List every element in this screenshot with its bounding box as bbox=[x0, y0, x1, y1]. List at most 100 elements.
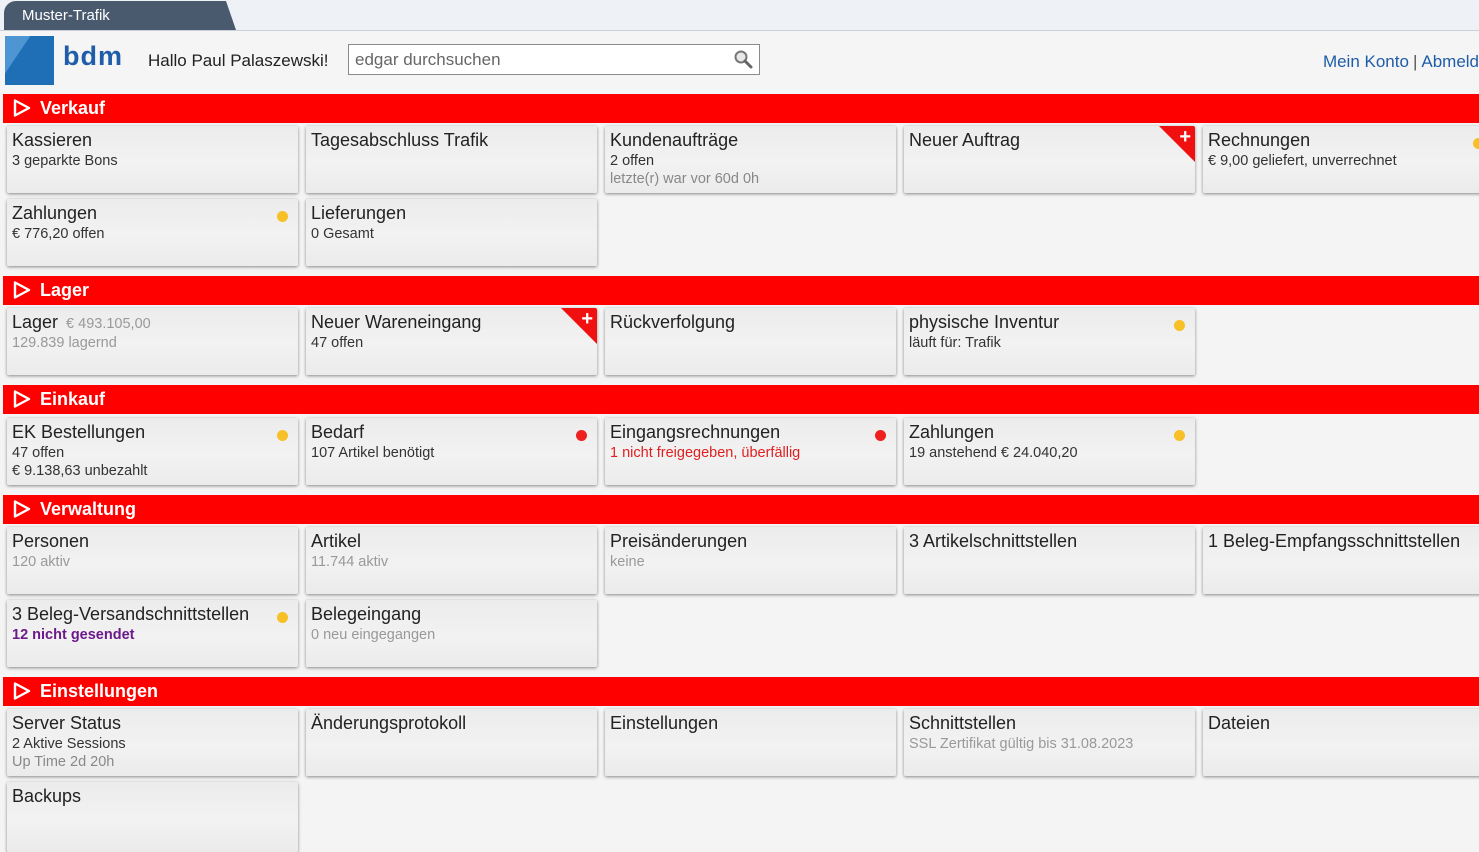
status-dot-icon bbox=[576, 430, 587, 441]
tile-subtitle: 0 neu eingegangen bbox=[311, 627, 436, 643]
tile-zahlungen-verkauf[interactable]: Zahlungen € 776,20 offen bbox=[7, 199, 298, 266]
play-icon bbox=[13, 682, 31, 700]
tile-title: Artikel bbox=[311, 531, 362, 551]
tile-subtitle: 129.839 lagernd bbox=[12, 335, 117, 351]
tile-title: 3 Beleg-Versandschnittstellen bbox=[12, 604, 250, 624]
tile-detail: letzte(r) war vor 60d 0h bbox=[610, 171, 760, 187]
tile-title: Zahlungen bbox=[909, 422, 995, 442]
tile-subtitle: 3 geparkte Bons bbox=[12, 153, 118, 169]
tile-rueckverfolgung[interactable]: Rückverfolgung bbox=[605, 308, 896, 375]
stock-value: € 493.105,00 bbox=[66, 316, 151, 332]
tile-artikelschnittstellen[interactable]: 3 Artikelschnittstellen bbox=[904, 527, 1195, 594]
tile-subtitle: 47 offen bbox=[311, 335, 364, 351]
tile-dateien[interactable]: Dateien bbox=[1203, 709, 1479, 776]
tile-server-status[interactable]: Server Status 2 Aktive Sessions Up Time … bbox=[7, 709, 298, 776]
section-title: Lager bbox=[40, 280, 90, 300]
tile-subtitle: 107 Artikel benötigt bbox=[311, 445, 435, 461]
search-icon[interactable] bbox=[733, 49, 753, 69]
tile-tagesabschluss[interactable]: Tagesabschluss Trafik bbox=[306, 126, 597, 193]
tile-subtitle: 2 offen bbox=[610, 153, 655, 169]
tile-backups[interactable]: Backups bbox=[7, 782, 298, 852]
tile-title: Eingangsrechnungen bbox=[610, 422, 781, 442]
tile-title: Belegeingang bbox=[311, 604, 422, 624]
tile-zahlungen-einkauf[interactable]: Zahlungen 19 anstehend € 24.040,20 bbox=[904, 418, 1195, 485]
status-dot-icon bbox=[1174, 430, 1185, 441]
tile-title: Kundenaufträge bbox=[610, 130, 739, 150]
status-dot-icon bbox=[1174, 320, 1185, 331]
tile-beleg-versandschnittstellen[interactable]: 3 Beleg-Versandschnittstellen 12 nicht g… bbox=[7, 600, 298, 667]
search-input[interactable] bbox=[349, 45, 741, 74]
logout-link[interactable]: Abmeld bbox=[1421, 52, 1479, 71]
tile-subtitle: 11.744 aktiv bbox=[311, 554, 389, 570]
tile-lieferungen[interactable]: Lieferungen 0 Gesamt bbox=[306, 199, 597, 266]
tile-kassieren[interactable]: Kassieren 3 geparkte Bons bbox=[7, 126, 298, 193]
section-header-einkauf[interactable]: Einkauf bbox=[3, 385, 1479, 414]
tile-title: Lager bbox=[12, 312, 59, 332]
tile-subtitle: 2 Aktive Sessions bbox=[12, 736, 126, 752]
logo-text[interactable]: bdm bbox=[63, 41, 123, 72]
plus-icon: + bbox=[1179, 126, 1191, 148]
tile-einstellungen[interactable]: Einstellungen bbox=[605, 709, 896, 776]
tile-title: Änderungsprotokoll bbox=[311, 713, 467, 733]
tile-neuer-auftrag[interactable]: Neuer Auftrag + bbox=[904, 126, 1195, 193]
tile-neuer-wareneingang[interactable]: Neuer Wareneingang 47 offen + bbox=[306, 308, 597, 375]
tile-lager[interactable]: Lager € 493.105,00 129.839 lagernd bbox=[7, 308, 298, 375]
tile-bedarf[interactable]: Bedarf 107 Artikel benötigt bbox=[306, 418, 597, 485]
status-dot-icon bbox=[277, 211, 288, 222]
header: bdm Hallo Paul Palaszewski! Mein Konto|A… bbox=[0, 31, 1479, 91]
tile-subtitle: 0 Gesamt bbox=[311, 226, 374, 242]
section-title: Einstellungen bbox=[40, 681, 159, 701]
status-dot-icon bbox=[277, 612, 288, 623]
tile-personen[interactable]: Personen 120 aktiv bbox=[7, 527, 298, 594]
greeting-text: Hallo Paul Palaszewski! bbox=[148, 51, 329, 70]
bdm-logo-icon[interactable] bbox=[5, 36, 54, 85]
tile-physische-inventur[interactable]: physische Inventur läuft für: Trafik bbox=[904, 308, 1195, 375]
tile-artikel[interactable]: Artikel 11.744 aktiv bbox=[306, 527, 597, 594]
section-title: Verkauf bbox=[40, 98, 106, 118]
tile-title: physische Inventur bbox=[909, 312, 1060, 332]
tab-muster-trafik[interactable]: Muster-Trafik bbox=[4, 1, 236, 30]
tile-title: Schnittstellen bbox=[909, 713, 1017, 733]
tile-title: Tagesabschluss Trafik bbox=[311, 130, 489, 150]
tile-title: Preisänderungen bbox=[610, 531, 748, 551]
section-title: Verwaltung bbox=[40, 499, 137, 519]
tile-detail: € 9.138,63 unbezahlt bbox=[12, 463, 148, 479]
search-box bbox=[348, 44, 760, 75]
tile-kundenauftraege[interactable]: Kundenaufträge 2 offen letzte(r) war vor… bbox=[605, 126, 896, 193]
section-title: Einkauf bbox=[40, 389, 106, 409]
tile-title: Neuer Auftrag bbox=[909, 130, 1021, 150]
tile-title: Backups bbox=[12, 786, 82, 806]
my-account-link[interactable]: Mein Konto bbox=[1323, 52, 1409, 71]
tile-aenderungsprotokoll[interactable]: Änderungsprotokoll bbox=[306, 709, 597, 776]
tile-subtitle: 120 aktiv bbox=[12, 554, 71, 570]
play-icon bbox=[13, 500, 31, 518]
tile-rechnungen[interactable]: Rechnungen € 9,00 geliefert, unverrechne… bbox=[1203, 126, 1479, 193]
tile-title: Zahlungen bbox=[12, 203, 98, 223]
tile-belegeingang[interactable]: Belegeingang 0 neu eingegangen bbox=[306, 600, 597, 667]
top-bar: Muster-Trafik bbox=[0, 0, 1479, 31]
tile-beleg-empfangsschnittstellen[interactable]: 1 Beleg-Empfangsschnittstellen bbox=[1203, 527, 1479, 594]
tile-subtitle: € 776,20 offen bbox=[12, 226, 105, 242]
section-header-lager[interactable]: Lager bbox=[3, 276, 1479, 305]
tile-title: Einstellungen bbox=[610, 713, 719, 733]
link-separator: | bbox=[1412, 52, 1418, 71]
tile-schnittstellen[interactable]: Schnittstellen SSL Zertifikat gültig bis… bbox=[904, 709, 1195, 776]
section-header-verkauf[interactable]: Verkauf bbox=[3, 94, 1479, 123]
tile-subtitle: 47 offen bbox=[12, 445, 65, 461]
account-links: Mein Konto | Abmeld bbox=[1323, 52, 1479, 72]
status-dot-icon bbox=[277, 430, 288, 441]
tile-preisaenderungen[interactable]: Preisänderungen keine bbox=[605, 527, 896, 594]
tile-title: Lieferungen bbox=[311, 203, 407, 223]
tile-title: Personen bbox=[12, 531, 90, 551]
tile-detail: Up Time 2d 20h bbox=[12, 754, 115, 770]
section-header-verwaltung[interactable]: Verwaltung bbox=[3, 495, 1479, 524]
tile-title: EK Bestellungen bbox=[12, 422, 146, 442]
section-header-einstellungen[interactable]: Einstellungen bbox=[3, 677, 1479, 706]
tile-title: Kassieren bbox=[12, 130, 93, 150]
status-dot-icon bbox=[875, 430, 886, 441]
tile-title: Server Status bbox=[12, 713, 122, 733]
tile-eingangsrechnungen[interactable]: Eingangsrechnungen 1 nicht freigegeben, … bbox=[605, 418, 896, 485]
tile-title: Bedarf bbox=[311, 422, 365, 442]
play-icon bbox=[13, 99, 31, 117]
tile-ek-bestellungen[interactable]: EK Bestellungen 47 offen € 9.138,63 unbe… bbox=[7, 418, 298, 485]
